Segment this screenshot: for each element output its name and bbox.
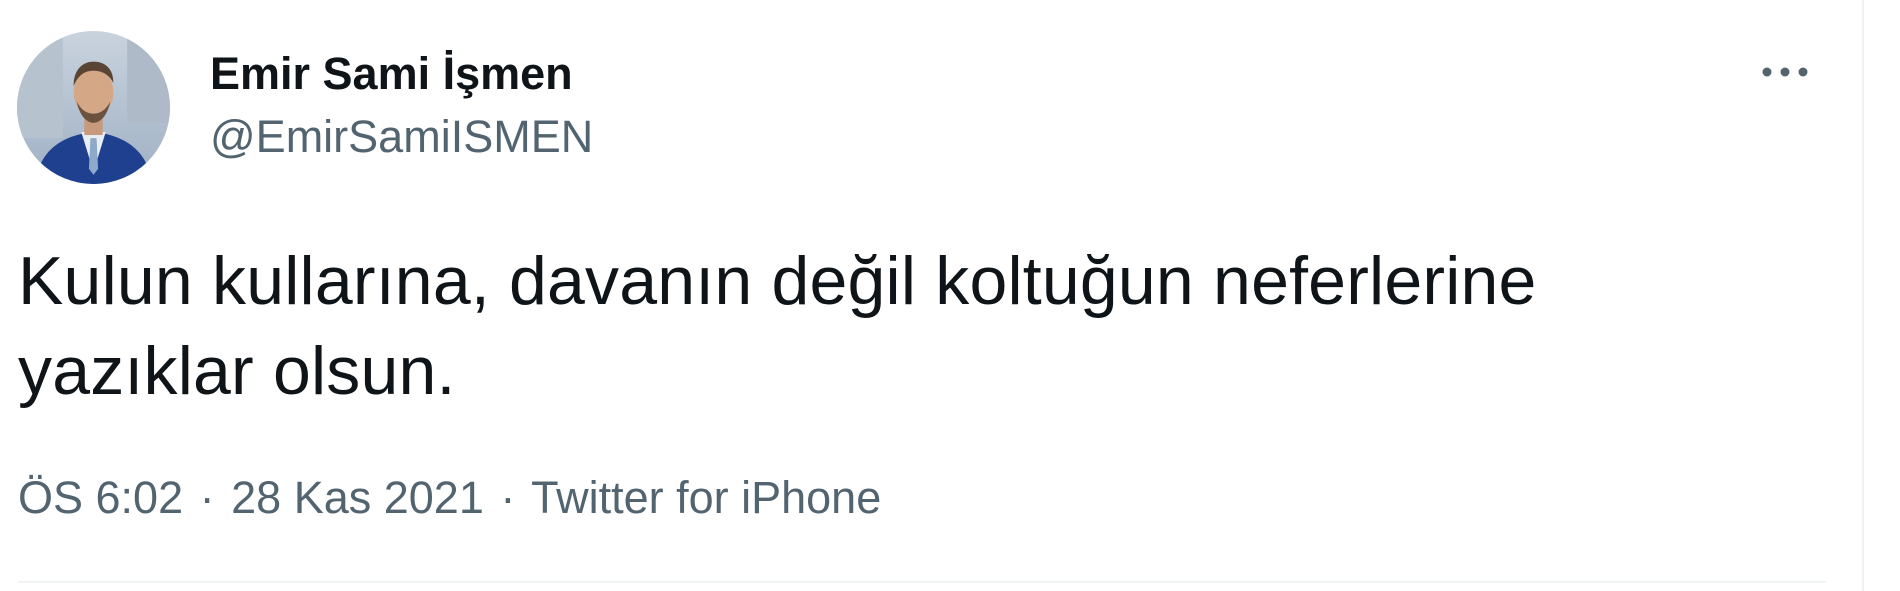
tweet: Emir Sami İşmen @EmirSamiISMEN Kulun kul… bbox=[0, 0, 1900, 591]
separator-dot: · bbox=[500, 472, 516, 523]
author-handle[interactable]: @EmirSamiISMEN bbox=[210, 111, 593, 163]
tweet-metadata: ÖS 6:02 · 28 Kas 2021 · Twitter for iPho… bbox=[18, 470, 881, 526]
tweet-text: Kulun kullarına, davanın değil koltuğun … bbox=[18, 243, 1537, 409]
more-options-button[interactable] bbox=[1755, 52, 1815, 92]
divider bbox=[18, 581, 1826, 583]
column-border bbox=[1862, 0, 1864, 591]
avatar[interactable] bbox=[17, 31, 170, 184]
tweet-time[interactable]: ÖS 6:02 bbox=[18, 472, 183, 523]
tweet-source[interactable]: Twitter for iPhone bbox=[531, 472, 881, 523]
more-horizontal-icon bbox=[1762, 67, 1808, 77]
tweet-date[interactable]: 28 Kas 2021 bbox=[231, 472, 484, 523]
avatar-image bbox=[17, 31, 170, 184]
separator-dot: · bbox=[199, 472, 215, 523]
author-display-name[interactable]: Emir Sami İşmen bbox=[210, 48, 573, 100]
